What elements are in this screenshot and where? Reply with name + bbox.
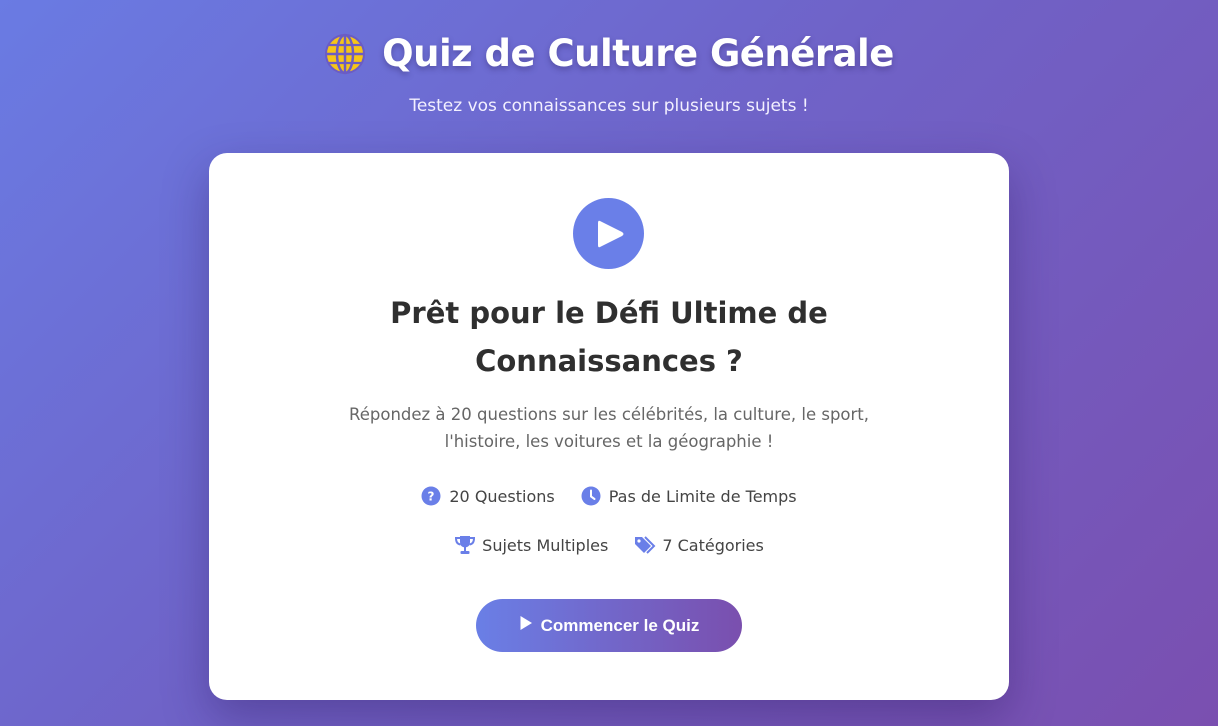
feature-categories: 7 Catégories [634, 535, 764, 555]
question-circle-icon: ? [421, 486, 441, 506]
card-title-line-2: Connaissances ? [475, 344, 743, 378]
feature-label: 20 Questions [449, 486, 555, 506]
svg-text:?: ? [428, 490, 435, 504]
feature-label: 7 Catégories [662, 535, 764, 555]
features-row-1: ? 20 Questions Pas de Limite de Temps [209, 486, 1009, 506]
play-icon [519, 615, 533, 636]
feature-subjects: Sujets Multiples [454, 535, 608, 555]
card-title-line-1: Prêt pour le Défi Ultime de [390, 296, 828, 330]
globe-icon [324, 33, 366, 75]
feature-label: Pas de Limite de Temps [608, 486, 797, 506]
start-quiz-label: Commencer le Quiz [540, 615, 700, 635]
play-icon [573, 198, 644, 269]
quiz-start-card: Prêt pour le Défi Ultime de Connaissance… [209, 153, 1009, 700]
page-subtitle: Testez vos connaissances sur plusieurs s… [409, 96, 809, 116]
trophy-icon [454, 535, 476, 555]
feature-questions: ? 20 Questions [421, 486, 555, 506]
start-quiz-button[interactable]: Commencer le Quiz [476, 599, 742, 652]
feature-time-limit: Pas de Limite de Temps [581, 486, 797, 506]
tags-icon [634, 535, 656, 555]
page-header: Quiz de Culture Générale Testez vos conn… [0, 0, 1218, 140]
feature-label: Sujets Multiples [482, 535, 609, 555]
title-row: Quiz de Culture Générale [0, 32, 1218, 75]
card-description: Répondez à 20 questions sur les célébrit… [349, 405, 870, 451]
card-title: Prêt pour le Défi Ultime de Connaissance… [209, 289, 1009, 385]
clock-icon [581, 486, 601, 506]
page-title: Quiz de Culture Générale [382, 32, 894, 75]
features-row-2: Sujets Multiples 7 Catégories [209, 535, 1009, 555]
